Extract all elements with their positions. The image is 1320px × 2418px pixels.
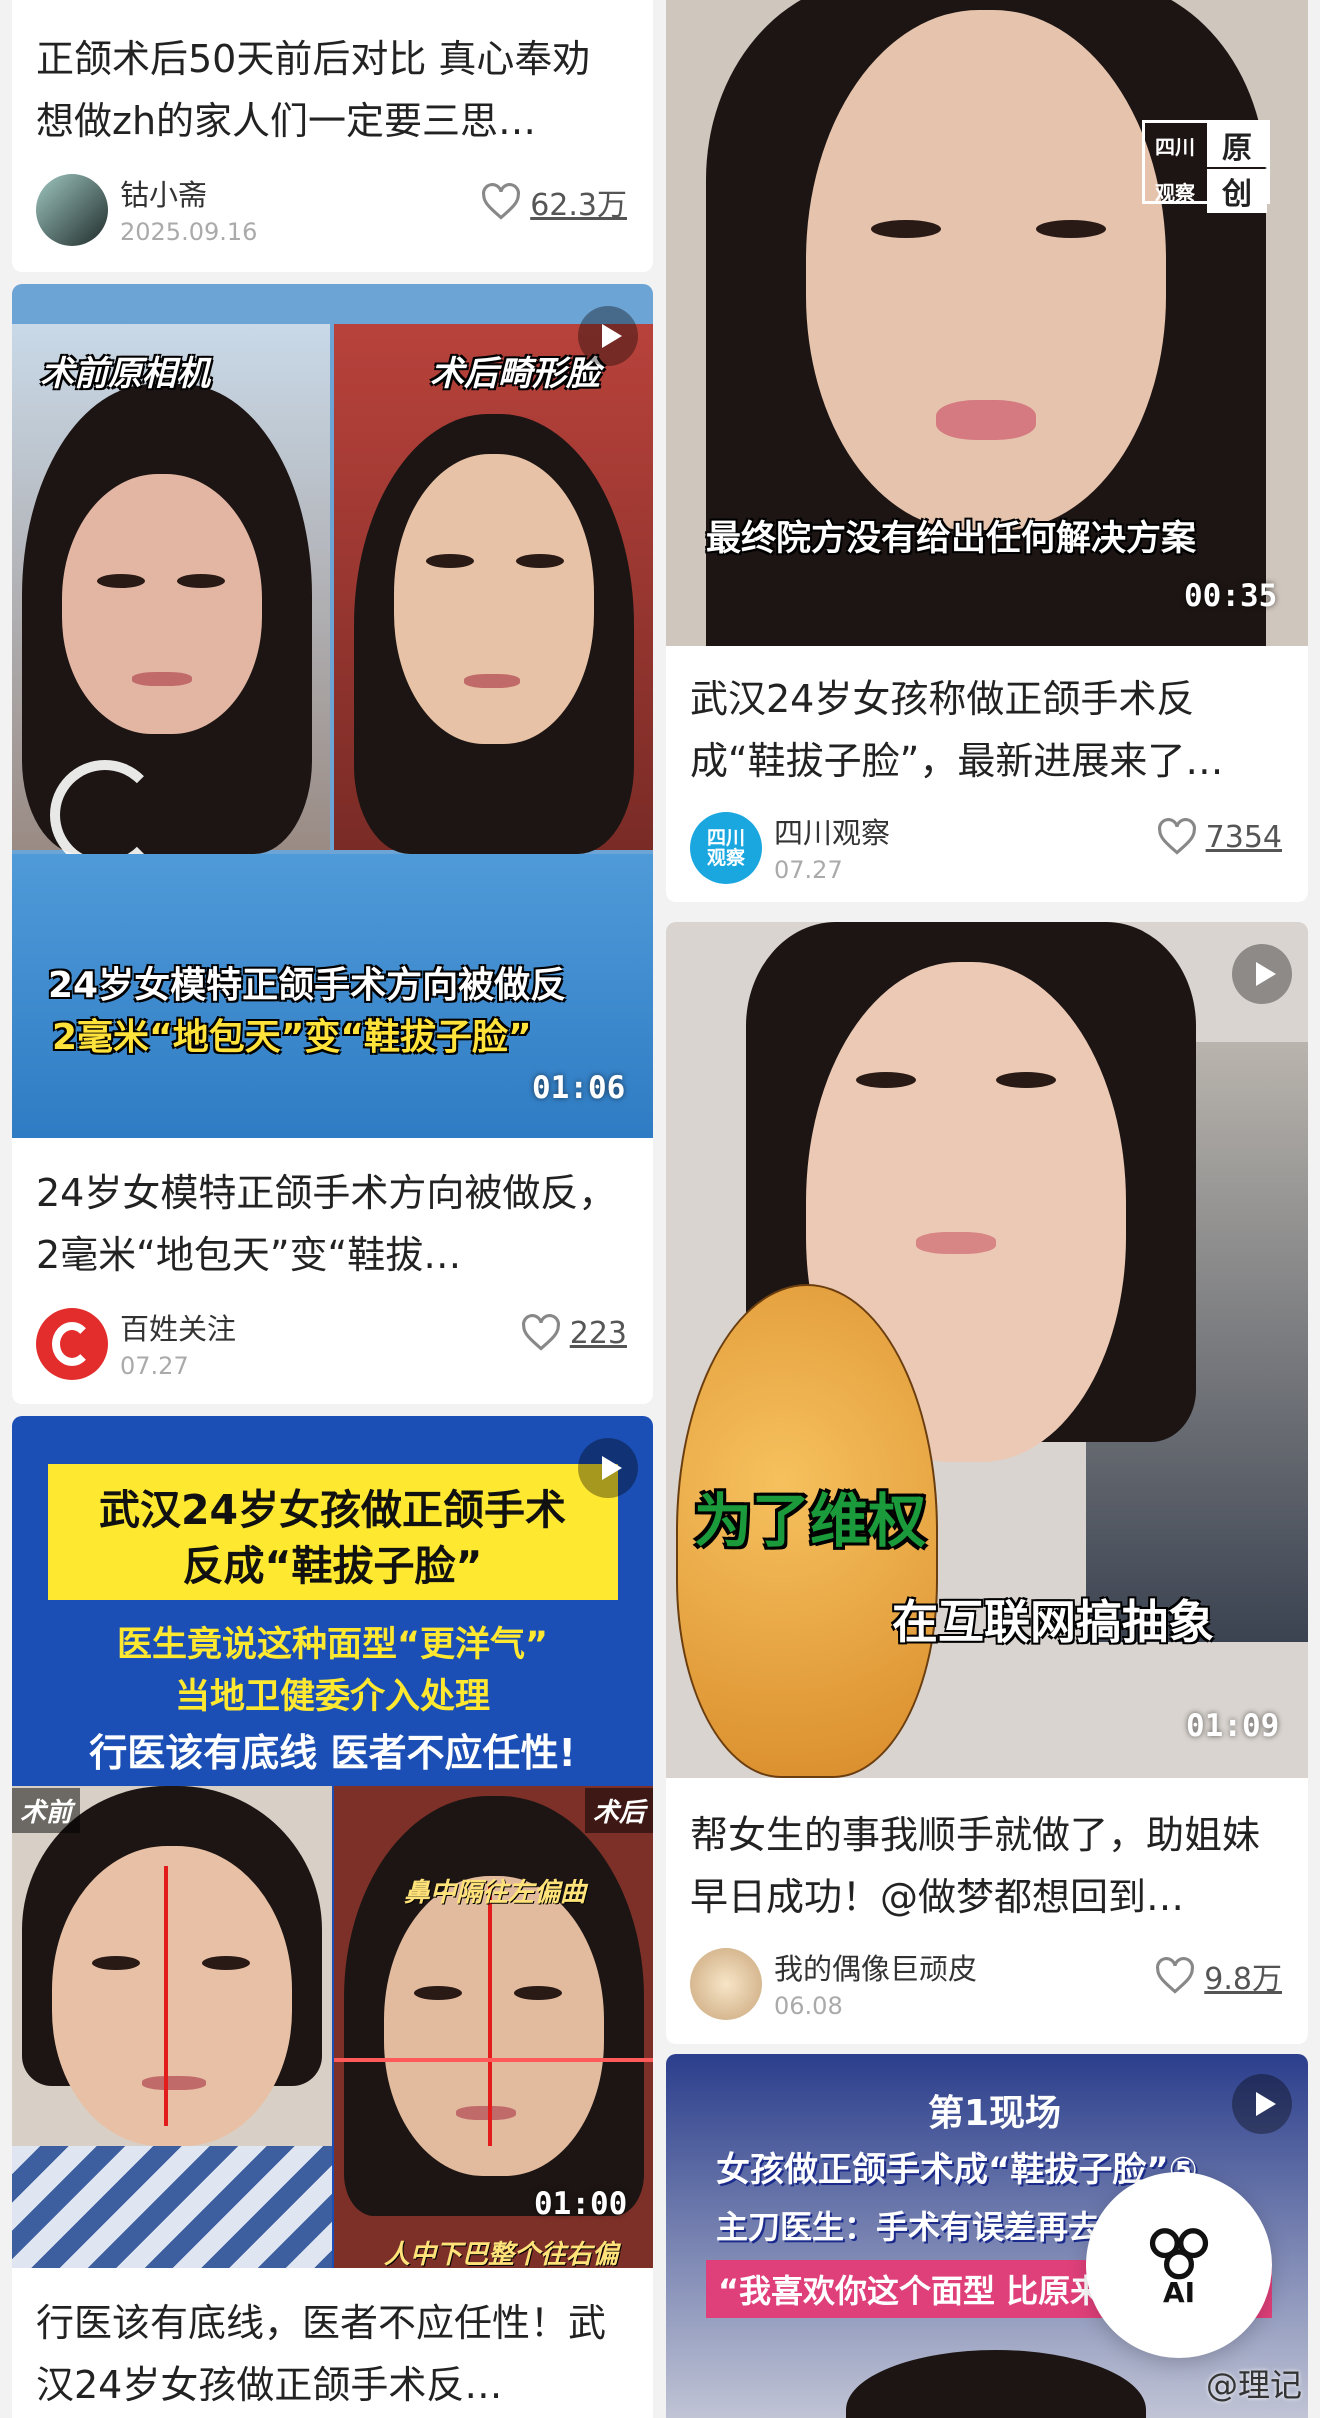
after-label: 术后畸形脸 [430,354,600,394]
cover-subtitle: 最终院方没有给出任何解决方案 [706,519,1197,559]
heart-icon [1157,818,1196,855]
author-name[interactable]: 钴小斋 [120,172,207,214]
brand-logo: 第1现场 [928,2093,1062,2134]
center-line [164,1866,168,2126]
like-button[interactable]: 223 [520,1314,627,1352]
like-count: 223 [569,1315,627,1351]
avatar[interactable] [36,174,108,246]
avatar[interactable]: 四川 观察 [690,812,762,884]
before-label: 术前原相机 [40,354,210,394]
video-cover[interactable]: 为了维权 在互联网搞抽象 01:09 [666,922,1308,1778]
video-cover[interactable]: 术前原相机 术后畸形脸 24岁女模特正颌手术方向被做反 2毫米“地包天”变“鞋拔… [12,284,653,1138]
video-cover[interactable]: 四川 原 观察 创 最终院方没有给出任何解决方案 00:35 [666,0,1308,646]
overlay-line-2: 主刀医生：手术有误差再去 [716,2208,1101,2246]
badge-text-2: 原 [1207,123,1267,167]
feed-card-5[interactable]: 武汉24岁女孩做正颌手术 反成“鞋拔子脸” 医生竟说这种面型“更洋气” 当地卫健… [12,1416,653,2418]
sticker-2: 在互联网搞抽象 [892,1595,1214,1649]
avatar-text-1: 四川 [706,827,745,849]
feed-card-2[interactable]: 四川 原 观察 创 最终院方没有给出任何解决方案 00:35 武汉24岁女孩称做… [666,0,1308,902]
avatar[interactable] [690,1948,762,2020]
play-icon[interactable] [1232,2074,1292,2134]
like-button[interactable]: 7354 [1156,818,1282,856]
after-tag: 术后 [584,1788,653,1833]
before-tag: 术前 [12,1788,81,1833]
card-title[interactable]: 帮女生的事我顺手就做了，助姐妹早日成功！@做梦都想回到… [690,1804,1282,1928]
caption-line-1: 24岁女模特正颌手术方向被做反 [48,965,567,1006]
card-title[interactable]: 行医该有底线，医者不应任性！武汉24岁女孩做正颌手术反… [36,2292,627,2416]
play-icon[interactable] [578,1438,638,1498]
headline-5: 行医该有底线 医者不应任性! [89,1731,576,1775]
post-date: 2025.09.16 [120,218,258,246]
headline-2: 反成“鞋拔子脸” [182,1542,483,1590]
card-title[interactable]: 武汉24岁女孩称做正颌手术反成“鞋拔子脸”，最新进展来了… [690,668,1282,792]
card-title[interactable]: 24岁女模特正颌手术方向被做反，2毫米“地包天”变“鞋拔… [36,1162,627,1286]
author-name[interactable]: 我的偶像巨顽皮 [774,1946,977,1988]
center-line [488,1886,492,2146]
pajama [12,2146,332,2268]
badge-text-4: 创 [1207,169,1267,213]
video-cover[interactable]: 武汉24岁女孩做正颌手术 反成“鞋拔子脸” 医生竟说这种面型“更洋气” 当地卫健… [12,1416,653,2268]
logo-icon [52,1322,92,1366]
feed-card-1[interactable]: 正颌术后50天前后对比 真心奉劝想做zh的家人们一定要三思… 钴小斋 2025.… [12,0,653,272]
before-photo [12,1786,332,2268]
before-photo [12,324,330,854]
avatar-text-2: 观察 [706,847,745,869]
video-duration: 01:06 [532,1070,626,1106]
weibo-watermark: @理记 [1205,2366,1302,2404]
card-title[interactable]: 正颌术后50天前后对比 真心奉劝想做zh的家人们一定要三思… [36,28,627,152]
play-icon[interactable] [578,306,638,366]
headline-3: 医生竟说这种面型“更洋气” [116,1625,548,1665]
feed-card-3[interactable]: 术前原相机 术后畸形脸 24岁女模特正颌手术方向被做反 2毫米“地包天”变“鞋拔… [12,284,653,1404]
after-photo [334,324,653,854]
author-name[interactable]: 四川观察 [774,810,890,852]
heart-icon [1156,1957,1195,1994]
like-count: 9.8万 [1204,1962,1282,1997]
caption-line-2: 2毫米“地包天”变“鞋拔子脸” [52,1017,532,1058]
horizontal-line [334,2058,653,2062]
note-top: 鼻中隔往左偏曲 [404,1878,587,1908]
heart-icon [482,183,521,220]
sticker-1: 为了维权 [694,1487,927,1555]
video-duration: 01:00 [534,2186,628,2222]
post-date: 07.27 [120,1352,189,1380]
feed-card-4[interactable]: 为了维权 在互联网搞抽象 01:09 帮女生的事我顺手就做了，助姐妹早日成功！@… [666,922,1308,2044]
note-bottom: 人中下巴整个往右偏 [384,2240,619,2268]
post-date: 07.27 [774,856,843,884]
author-name[interactable]: 百姓关注 [120,1306,236,1348]
video-duration: 00:35 [1184,578,1278,614]
avatar[interactable] [36,1308,108,1380]
ai-assistant-button[interactable]: AI [1086,2172,1272,2358]
headline-4: 当地卫健委介入处理 [174,1677,490,1717]
play-icon[interactable] [1232,944,1292,1004]
source-badge: 四川 原 观察 创 [1142,120,1270,213]
badge-text-1: 四川 [1155,134,1195,159]
like-count: 62.3万 [530,188,627,223]
like-button[interactable]: 62.3万 [480,180,627,224]
headline-1: 武汉24岁女孩做正颌手术 [98,1486,567,1534]
ai-button-label: AI [1162,2275,1196,2309]
ai-sparkle-icon [1149,2227,1209,2279]
like-count: 7354 [1205,819,1282,855]
video-duration: 01:09 [1186,1708,1280,1744]
like-button[interactable]: 9.8万 [1154,1954,1282,1998]
badge-text-3: 观察 [1155,180,1195,205]
heart-icon [521,1314,560,1351]
overlay-line-1: 女孩做正颌手术成“鞋拔子脸”⑤ [716,2150,1198,2190]
post-date: 06.08 [774,1992,843,2020]
